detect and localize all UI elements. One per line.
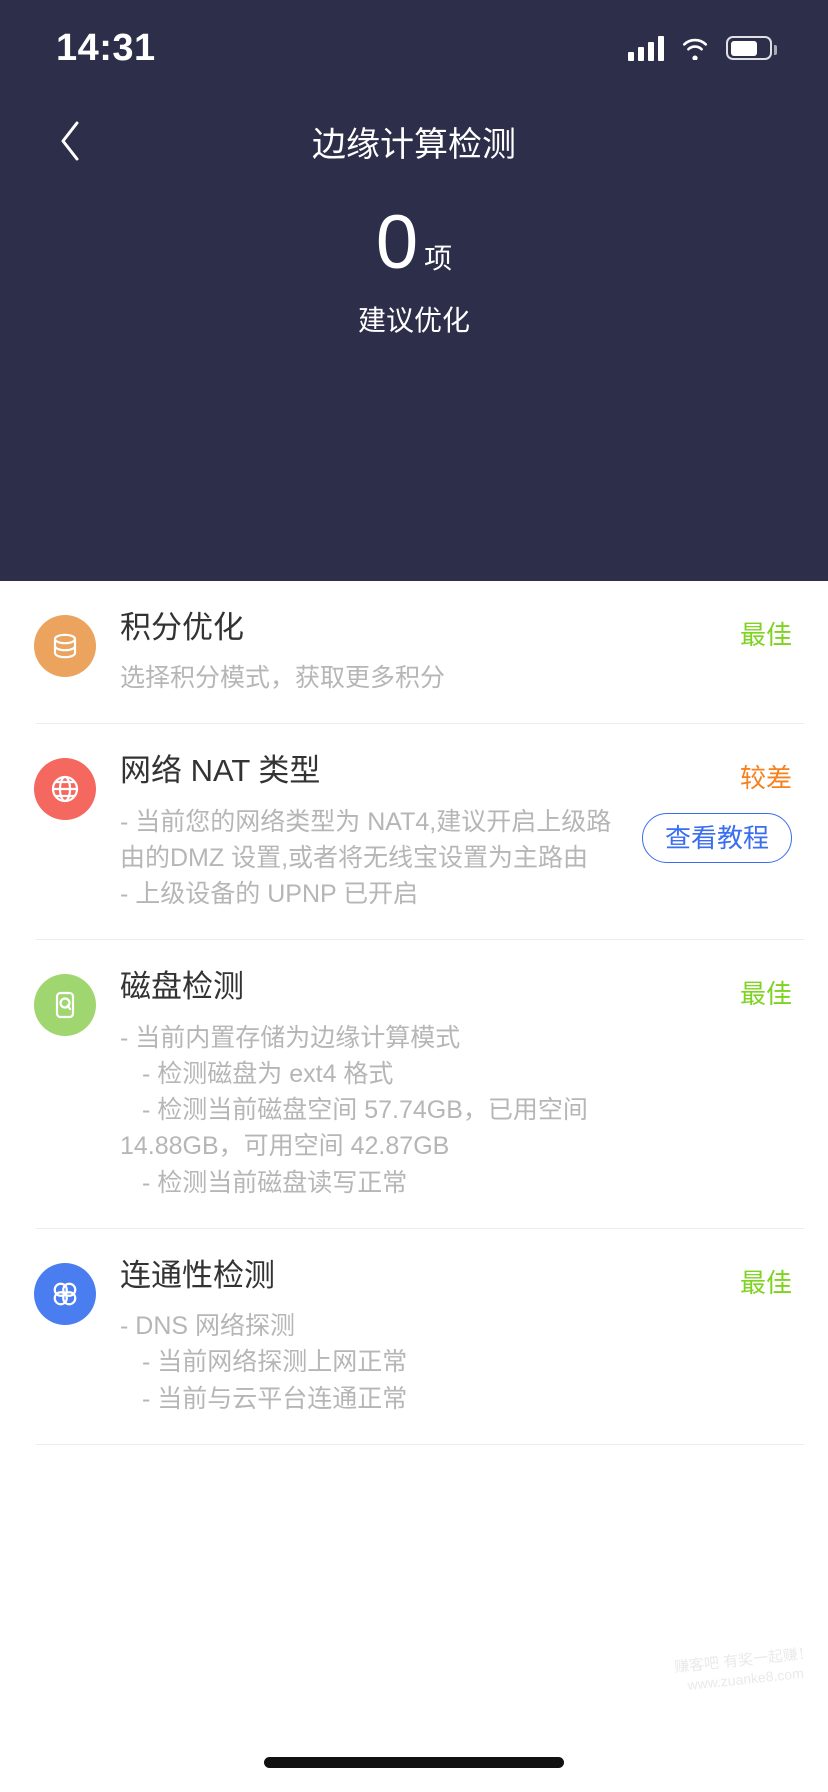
check-item-description-line: - 上级设备的 UPNP 已开启 xyxy=(120,880,419,909)
check-item-description-line: - 检测当前磁盘空间 57.74GB，已用空间 14.88GB，可用空间 42.… xyxy=(120,1096,595,1161)
check-item-row[interactable]: 网络 NAT 类型 - 当前您的网络类型为 NAT4,建议开启上级路由的DMZ 设… xyxy=(0,724,828,941)
nav-bar: 边缘计算检测 xyxy=(0,96,828,186)
status-bar: 14:31 xyxy=(0,0,828,96)
check-item-right: 最佳 xyxy=(672,1257,792,1300)
status-badge: 最佳 xyxy=(739,620,792,650)
hero-count: 0 项 xyxy=(0,205,828,281)
home-indicator[interactable] xyxy=(264,1757,564,1768)
check-item-title: 磁盘检测 xyxy=(120,969,244,1005)
check-item-right: 较差查看教程 xyxy=(641,752,792,864)
status-badge: 较差 xyxy=(739,763,792,794)
check-item-description: - 当前内置存储为边缘计算模式 - 检测磁盘为 ext4 格式 - 检测当前磁盘空间… xyxy=(120,1020,662,1201)
app-screen: 14:31 边缘计算检测 0 项 建议优化 积分优化 选择积分模式，获取更多积分… xyxy=(0,0,828,1792)
hero-summary: 0 项 建议优化 xyxy=(0,205,828,339)
check-item-row[interactable]: 连通性检测 - DNS 网络探测 - 当前网络探测上网正常 - 当前与云平台连通正常 最… xyxy=(0,1229,828,1445)
check-item-description: - DNS 网络探测 - 当前网络探测上网正常 - 当前与云平台连通正常 xyxy=(120,1308,662,1417)
view-tutorial-button[interactable]: 查看教程 xyxy=(641,813,792,864)
hero-count-unit: 项 xyxy=(424,243,453,274)
cellular-signal-icon xyxy=(628,35,664,61)
check-item-icon-wrap xyxy=(34,752,96,821)
status-bar-time: 14:31 xyxy=(56,26,156,69)
check-item-list: 积分优化 选择积分模式，获取更多积分 最佳 网络 NAT 类型 - 当前您的网络类型为 … xyxy=(0,581,828,1445)
check-item-description-line: 选择积分模式，获取更多积分 xyxy=(120,664,446,693)
check-item-row[interactable]: 积分优化选择积分模式，获取更多积分 最佳 xyxy=(0,581,828,725)
check-item-description: - 当前您的网络类型为 NAT4,建议开启上级路由的DMZ 设置,或者将无线宝设… xyxy=(120,804,632,913)
status-badge: 最佳 xyxy=(739,979,792,1010)
check-item-description: 选择积分模式，获取更多积分 xyxy=(120,660,662,696)
watermark-line-2: www.zuanke8.com xyxy=(686,1664,805,1693)
check-item-title: 积分优化 xyxy=(120,610,244,645)
hero-subtitle: 建议优化 xyxy=(357,305,470,336)
check-item-body: 网络 NAT 类型 - 当前您的网络类型为 NAT4,建议开启上级路由的DMZ 设… xyxy=(96,752,642,912)
check-item-icon-wrap xyxy=(34,609,96,677)
check-item-title: 连通性检测 xyxy=(120,1257,275,1293)
check-item-row[interactable]: 磁盘检测 - 当前内置存储为边缘计算模式 - 检测磁盘为 ext4 格式 - 检测当前… xyxy=(0,940,828,1229)
check-item-description-line: - 当前网络探测上网正常 xyxy=(142,1348,408,1377)
connectivity-icon xyxy=(34,1262,96,1325)
wifi-icon xyxy=(682,38,708,60)
back-button[interactable] xyxy=(40,111,100,171)
battery-icon xyxy=(726,36,777,60)
check-item-description-line: - 当前与云平台连通正常 xyxy=(142,1384,408,1413)
check-item-description-line: - 当前您的网络类型为 NAT4,建议开启上级路由的DMZ 设置,或者将无线宝设… xyxy=(120,807,612,872)
hero-count-number: 0 xyxy=(375,200,419,285)
check-item-description-line: - 当前内置存储为边缘计算模式 xyxy=(120,1023,461,1052)
watermark: 赚客吧 有奖一起赚！ www.zuanke8.com xyxy=(673,1645,815,1696)
check-item-description-line: - 检测当前磁盘读写正常 xyxy=(142,1168,408,1197)
check-item-right: 最佳 xyxy=(672,968,792,1011)
status-badge: 最佳 xyxy=(739,1267,792,1298)
hero-header: 14:31 边缘计算检测 0 项 建议优化 xyxy=(0,0,828,581)
check-item-icon-wrap xyxy=(34,968,96,1037)
check-item-body: 连通性检测 - DNS 网络探测 - 当前网络探测上网正常 - 当前与云平台连通正常 xyxy=(96,1257,672,1417)
check-item-body: 积分优化选择积分模式，获取更多积分 xyxy=(96,609,672,696)
check-item-body: 磁盘检测 - 当前内置存储为边缘计算模式 - 检测磁盘为 ext4 格式 - 检测当前… xyxy=(96,968,672,1200)
check-item-right: 最佳 xyxy=(672,609,792,652)
check-item-icon-wrap xyxy=(34,1257,96,1325)
check-item-description-line: - DNS 网络探测 xyxy=(120,1312,296,1340)
status-bar-icons xyxy=(628,35,777,61)
hard-disk-icon xyxy=(34,974,96,1037)
database-icon xyxy=(34,615,96,677)
row-divider xyxy=(36,1443,804,1445)
page-title: 边缘计算检测 xyxy=(312,125,516,164)
check-item-description-line: - 检测磁盘为 ext4 格式 xyxy=(142,1059,394,1088)
globe-icon xyxy=(34,758,96,821)
watermark-line-1: 赚客吧 有奖一起赚！ xyxy=(673,1644,814,1677)
check-item-title: 网络 NAT 类型 xyxy=(120,753,321,789)
chevron-left-icon xyxy=(61,121,79,161)
